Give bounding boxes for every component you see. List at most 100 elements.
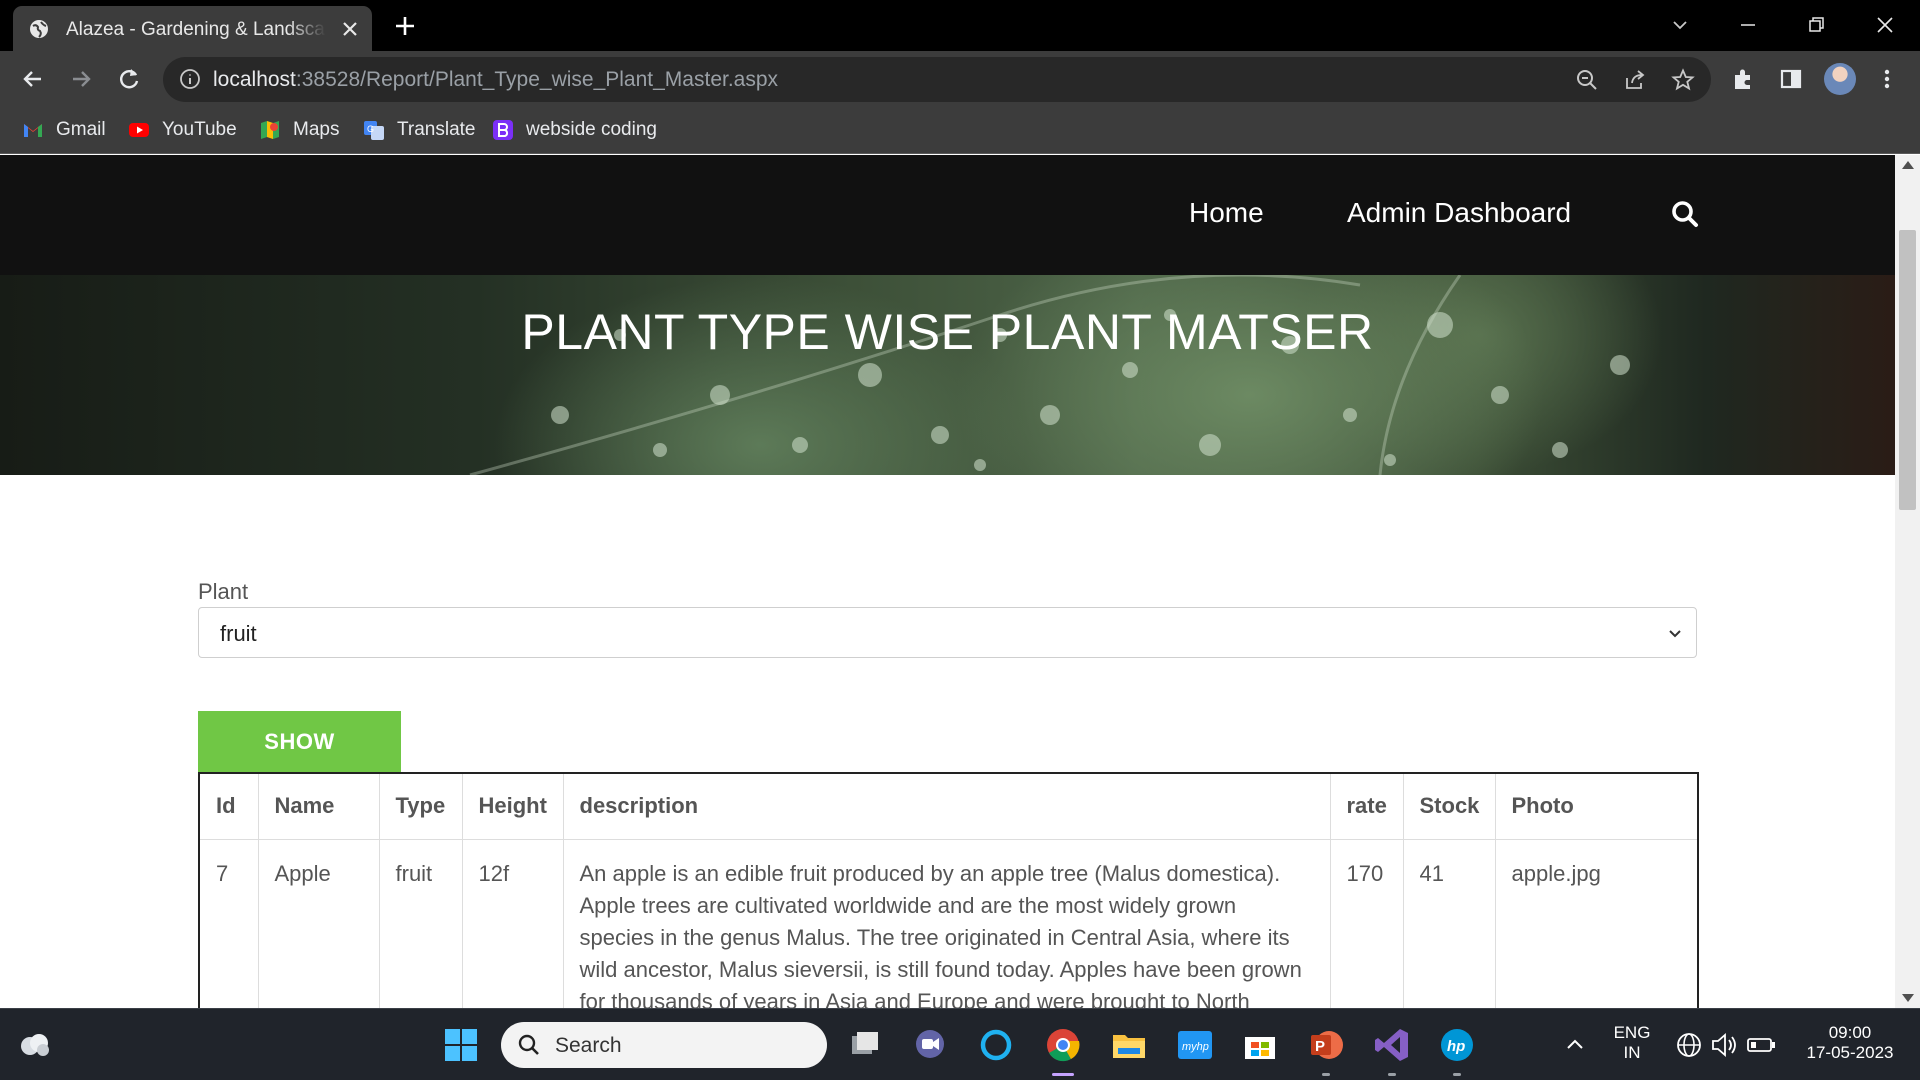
col-header-stock[interactable]: Stock xyxy=(1402,772,1496,840)
windows-taskbar: Search myhp P hp ENG IN 09:00 17-05-2023 xyxy=(0,1008,1920,1080)
col-header-id[interactable]: Id xyxy=(198,772,259,840)
bookmarks-bar: Gmail YouTube Maps G Translate webside c… xyxy=(0,107,1920,154)
nav-home-link[interactable]: Home xyxy=(1189,197,1264,229)
page-viewport: Home Admin Dashboard PLANT TYPE WISE PLA… xyxy=(0,155,1895,1008)
url-text: localhost:38528/Report/Plant_Type_wise_P… xyxy=(213,68,779,91)
search-placeholder: Search xyxy=(555,1034,622,1057)
scroll-down-arrow-icon[interactable] xyxy=(1902,994,1914,1002)
col-header-type[interactable]: Type xyxy=(378,772,463,840)
nav-admin-dashboard-link[interactable]: Admin Dashboard xyxy=(1347,197,1571,229)
bookmark-gmail[interactable]: Gmail xyxy=(22,117,106,143)
plant-type-dropdown[interactable]: fruit xyxy=(198,607,1697,658)
hp-icon[interactable]: hp xyxy=(1438,1026,1476,1064)
task-view-icon[interactable] xyxy=(846,1026,884,1064)
network-globe-icon[interactable] xyxy=(1672,1028,1706,1062)
tab-title: Alazea - Gardening & Landscaping xyxy=(66,19,326,40)
microsoft-store-icon[interactable] xyxy=(1241,1026,1279,1064)
bootstrap-icon xyxy=(493,120,513,140)
browser-tab-active[interactable]: Alazea - Gardening & Landscaping xyxy=(13,6,372,51)
powerpoint-running-indicator xyxy=(1322,1073,1330,1076)
chevron-down-icon xyxy=(1669,630,1681,638)
zoom-out-icon[interactable] xyxy=(1575,68,1599,92)
extensions-puzzle-icon[interactable] xyxy=(1730,66,1756,92)
svg-text:P: P xyxy=(1315,1038,1325,1055)
input-language[interactable]: ENG IN xyxy=(1604,1023,1660,1063)
plant-label: Plant xyxy=(198,579,249,604)
bookmark-webside-coding[interactable]: webside coding xyxy=(492,117,657,143)
site-navbar: Home Admin Dashboard xyxy=(0,155,1895,275)
youtube-icon xyxy=(129,123,149,137)
col-header-rate[interactable]: rate xyxy=(1329,772,1404,840)
bookmark-star-icon[interactable] xyxy=(1671,68,1695,92)
chrome-icon[interactable] xyxy=(1044,1026,1082,1064)
cell-description: An apple is an edible fruit produced by … xyxy=(562,838,1331,1008)
cell-rate: 170 xyxy=(1329,838,1404,1008)
taskbar-search[interactable]: Search xyxy=(501,1022,827,1068)
table-header-row: Id Name Type Height description rate Sto… xyxy=(198,772,1699,840)
cell-id: 7 xyxy=(198,838,259,1008)
teams-chat-icon[interactable] xyxy=(911,1026,949,1064)
scroll-thumb[interactable] xyxy=(1899,230,1916,510)
forward-arrow-icon[interactable] xyxy=(67,65,95,93)
maps-icon xyxy=(261,121,279,139)
table-row: 7 Apple fruit 12f An apple is an edible … xyxy=(198,838,1699,1008)
visual-studio-icon[interactable] xyxy=(1373,1026,1411,1064)
side-panel-icon[interactable] xyxy=(1778,66,1804,92)
cell-height: 12f xyxy=(461,838,564,1008)
bookmark-translate[interactable]: G Translate xyxy=(363,117,476,143)
hero-banner: PLANT TYPE WISE PLANT MATSER xyxy=(0,275,1895,475)
address-bar[interactable]: localhost:38528/Report/Plant_Type_wise_P… xyxy=(163,57,1711,102)
col-header-description[interactable]: description xyxy=(562,772,1331,840)
col-header-name[interactable]: Name xyxy=(257,772,380,840)
col-header-height[interactable]: Height xyxy=(461,772,564,840)
search-icon[interactable] xyxy=(1670,199,1700,229)
bookmark-youtube[interactable]: YouTube xyxy=(128,117,237,143)
chrome-active-indicator xyxy=(1052,1073,1074,1076)
visual-studio-running-indicator xyxy=(1388,1073,1396,1076)
browser-menu-icon[interactable] xyxy=(1874,66,1900,92)
site-info-icon[interactable] xyxy=(179,68,201,90)
svg-text:hp: hp xyxy=(1447,1038,1465,1055)
minimize-icon[interactable] xyxy=(1733,10,1763,40)
cell-photo: apple.jpg xyxy=(1494,838,1699,1008)
battery-icon[interactable] xyxy=(1744,1028,1778,1062)
browser-titlebar: Alazea - Gardening & Landscaping xyxy=(0,0,1920,51)
gmail-icon xyxy=(24,124,42,137)
weather-cloud-icon[interactable] xyxy=(15,1026,53,1064)
clock[interactable]: 09:00 17-05-2023 xyxy=(1790,1023,1910,1063)
browser-toolbar: localhost:38528/Report/Plant_Type_wise_P… xyxy=(0,51,1920,107)
cell-stock: 41 xyxy=(1402,838,1496,1008)
globe-icon xyxy=(30,20,48,38)
close-window-icon[interactable] xyxy=(1870,10,1900,40)
back-arrow-icon[interactable] xyxy=(19,65,47,93)
page-scrollbar[interactable] xyxy=(1895,155,1920,1008)
svg-text:myhp: myhp xyxy=(1182,1041,1209,1053)
search-icon xyxy=(518,1034,539,1055)
new-tab-icon[interactable] xyxy=(392,13,418,39)
plant-selected-value: fruit xyxy=(220,621,257,646)
close-tab-icon[interactable] xyxy=(339,18,361,40)
cortana-icon[interactable] xyxy=(977,1026,1015,1064)
show-hidden-icons-chevron-icon[interactable] xyxy=(1557,1026,1593,1064)
volume-icon[interactable] xyxy=(1708,1028,1742,1062)
show-button[interactable]: SHOW xyxy=(198,711,401,772)
tab-search-chevron-icon[interactable] xyxy=(1665,10,1695,40)
myhp-icon[interactable]: myhp xyxy=(1176,1026,1214,1064)
svg-text:G: G xyxy=(367,124,374,134)
hp-running-indicator xyxy=(1453,1073,1461,1076)
cell-type: fruit xyxy=(378,838,463,1008)
profile-avatar[interactable] xyxy=(1824,63,1856,95)
bookmark-maps[interactable]: Maps xyxy=(259,117,339,143)
share-icon[interactable] xyxy=(1623,68,1647,92)
reload-icon[interactable] xyxy=(115,65,143,93)
start-windows-icon[interactable] xyxy=(442,1026,480,1064)
page-title: PLANT TYPE WISE PLANT MATSER xyxy=(521,304,1374,360)
restore-icon[interactable] xyxy=(1801,10,1831,40)
powerpoint-icon[interactable]: P xyxy=(1307,1026,1345,1064)
col-header-photo[interactable]: Photo xyxy=(1494,772,1699,840)
translate-icon: G xyxy=(364,121,384,140)
scroll-up-arrow-icon[interactable] xyxy=(1902,161,1914,169)
cell-name: Apple xyxy=(257,838,380,1008)
file-explorer-icon[interactable] xyxy=(1110,1026,1148,1064)
plant-table: Id Name Type Height description rate Sto… xyxy=(198,772,1699,1008)
